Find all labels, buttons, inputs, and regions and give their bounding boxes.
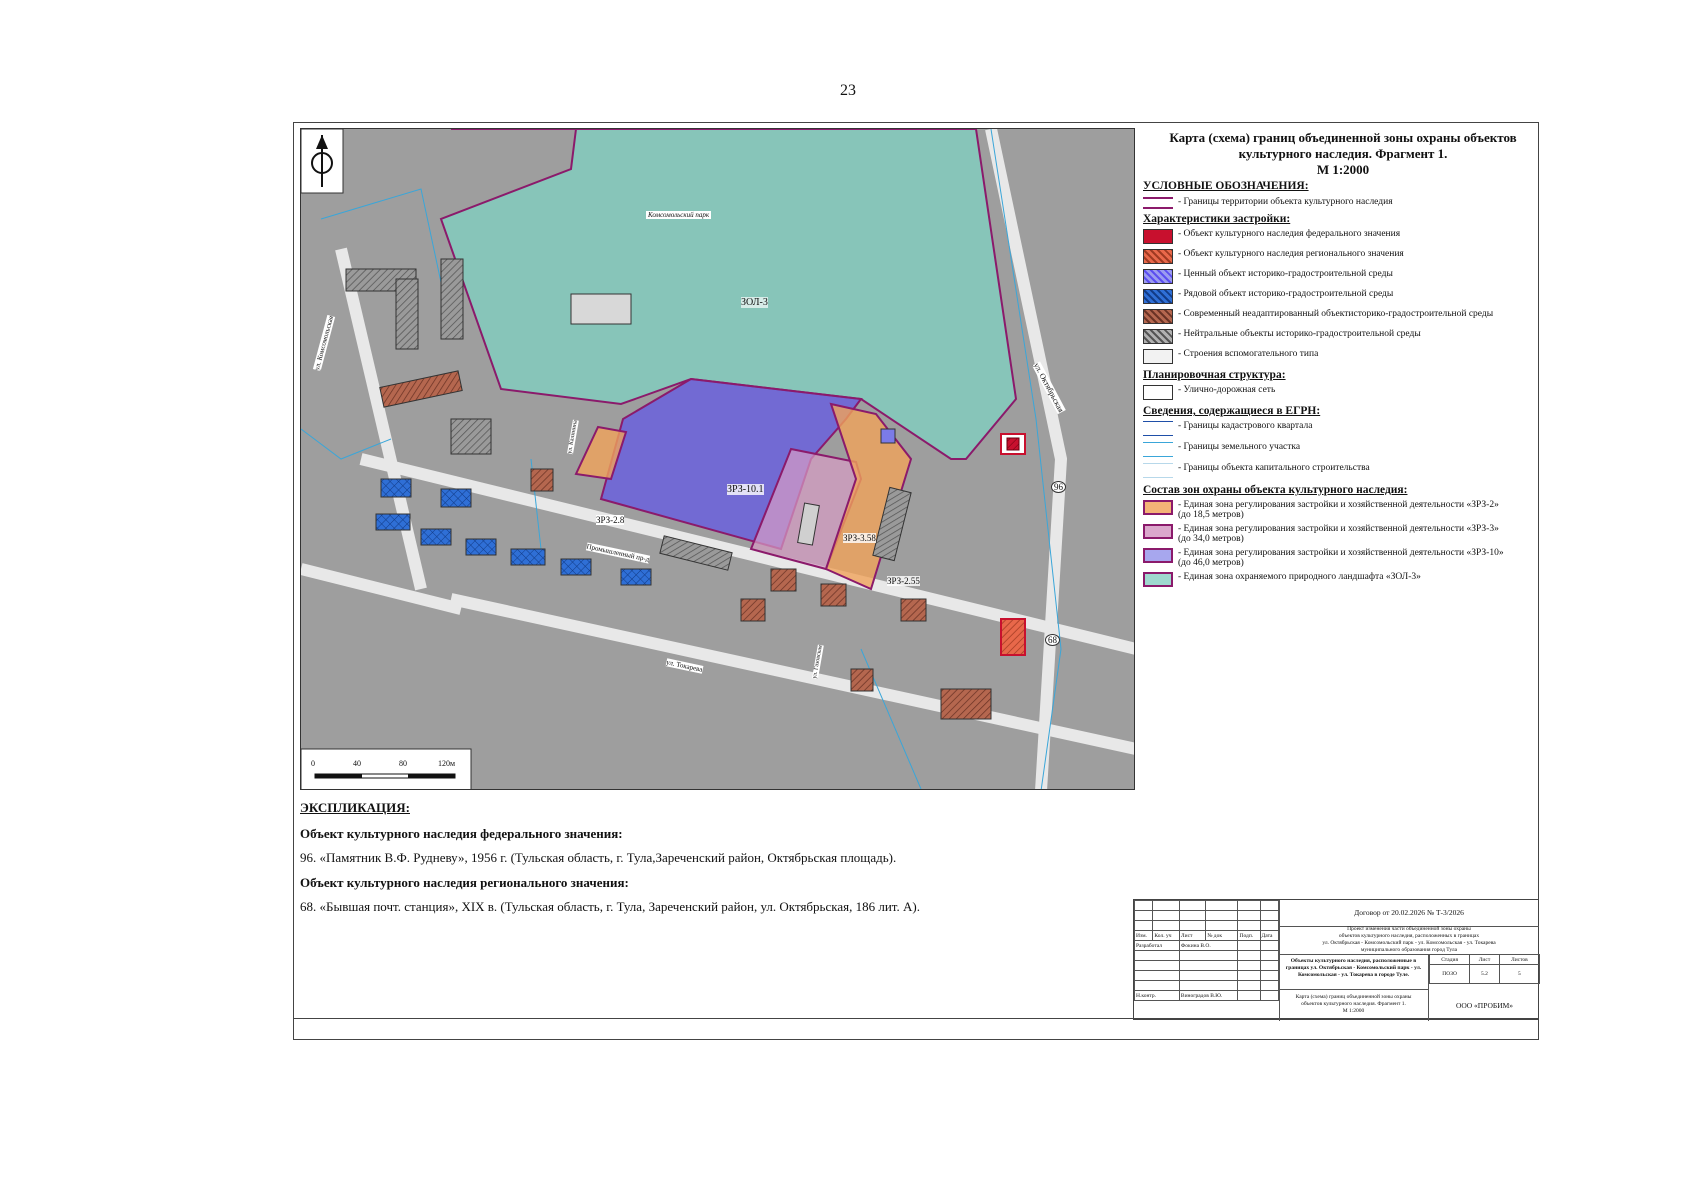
legend-item-heritage-border: - Границы территории объекта культурного… [1143,197,1535,209]
legend-egrn-plot: - Границы земельного участка [1143,442,1535,457]
legend-egrn-building: - Границы объекта капитального строитель… [1143,463,1535,478]
title-block: Изм. Кол. уч Лист № док Подп. Дата Разработал… [1133,899,1541,1021]
legend-title-line1: Карта (схема) границ объединенной зоны о… [1169,130,1517,145]
legend-section-egrn: Сведения, содержащиеся в ЕГРН: [1143,405,1321,417]
legend-section-conventional: УСЛОВНЫЕ ОБОЗНАЧЕНИЯ: [1143,180,1309,192]
park-label: Комсомольский парк [646,211,712,219]
legend-title: Карта (схема) границ объединенной зоны о… [1148,130,1538,178]
legend-building-valuable: - Ценный объект историко-градостроительн… [1143,269,1535,284]
scale-tick-40: 40 [353,759,361,768]
zrz358-label: ЗРЗ-3.58 [843,533,876,543]
title-block-sign-grid: Изм. Кол. уч Лист № док Подп. Дата Разработал… [1133,900,1280,1021]
legend-zone-zrz10: - Единая зона регулирования застройки и … [1143,548,1535,568]
north-arrow [301,129,344,194]
zrz255-label: ЗРЗ-2.55 [887,576,920,586]
scale-tick-120: 120м [438,759,456,768]
scale-tick-80: 80 [399,759,407,768]
legend-section-planning: Планировочная структура: [1143,369,1286,381]
explication-federal-header: Объект культурного наследия федерального… [300,826,623,841]
map-svg [301,129,1134,789]
obj68-marker: 68 [1045,634,1060,646]
sheet-bottom-strip [293,1018,1539,1040]
explication-title: ЭКСПЛИКАЦИЯ: [300,800,410,815]
legend-zone-zrz3: - Единая зона регулирования застройки и … [1143,524,1535,544]
legend-item-roads: - Улично-дорожная сеть [1143,385,1535,400]
legend-section-zones: Состав зон охраны объекта культурного на… [1143,484,1408,496]
legend-title-line2: культурного наследия. Фрагмент 1. [1238,146,1448,161]
explication-regional-header: Объект культурного наследия региональног… [300,875,629,890]
zrz28-label: ЗРЗ-2.8 [596,515,625,525]
legend-section-building: Характеристики застройки: [1143,213,1291,225]
legend-egrn-quarter: - Границы кадастрового квартала [1143,421,1535,436]
stamp-drawing: Карта (схема) границ объединенной зоны о… [1279,990,1429,1021]
legend-building-list: - Объект культурного наследия федерально… [1143,229,1535,364]
legend-building-federal: - Объект культурного наследия федерально… [1143,229,1535,244]
legend-zone-zol3: - Единая зона охраняемого природного лан… [1143,572,1535,587]
explication-regional-item: 68. «Бывшая почт. станция», XIX в. (Туль… [300,899,920,914]
map-panel: Комсомольский парк ЗОЛ-3 ЗРЗ-10.1 ЗРЗ-2.… [300,128,1135,790]
legend-building-auxiliary: - Строения вспомогательного типа [1143,349,1535,364]
legend-building-ordinary: - Рядовой объект историко-градостроитель… [1143,289,1535,304]
legend-zone-zrz2: - Единая зона регулирования застройки и … [1143,500,1535,520]
heritage-border-swatch [1143,197,1173,209]
legend-building-modern: - Современный неадаптированный объектист… [1143,309,1535,324]
scale-bar [301,748,472,789]
stamp-stage-table: Стадия Лист Листов ПОЗО 5.2 5 [1428,954,1541,984]
legend: УСЛОВНЫЕ ОБОЗНАЧЕНИЯ: - Границы территор… [1143,180,1535,591]
zrz10-label: ЗРЗ-10.1 [727,484,764,495]
legend-building-neutral: - Нейтральные объекты историко-градостро… [1143,329,1535,344]
legend-title-line3: М 1:2000 [1316,162,1370,177]
scale-tick-0: 0 [311,759,315,768]
obj96-marker: 96 [1051,481,1066,493]
legend-building-regional: - Объект культурного наследия региональн… [1143,249,1535,264]
stamp-object: Объекты культурного наследия, расположен… [1279,954,1429,990]
zol3-label: ЗОЛ-3 [741,297,768,308]
explication-federal-item: 96. «Памятник В.Ф. Рудневу», 1956 г. (Ту… [300,850,897,865]
stamp-company: ООО «ПРОБИМ» [1455,1001,1514,1010]
stamp-contract: Договор от 20.02.2026 № Т-3/2026 [1279,900,1539,927]
page-number: 23 [840,82,856,99]
stamp-project: Проект изменения части объединенной зоны… [1279,926,1539,955]
